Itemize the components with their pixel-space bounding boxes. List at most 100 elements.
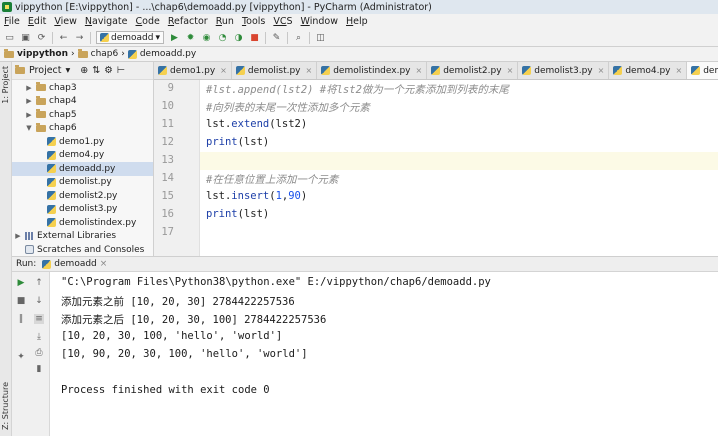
python-file-icon [47, 150, 56, 160]
close-icon[interactable]: × [306, 66, 313, 75]
tree-item[interactable]: demoadd.py [12, 162, 153, 176]
tree-item[interactable]: ▶ External Libraries [12, 230, 153, 244]
editor-tab[interactable]: demolist3.py × [518, 62, 610, 79]
scroll-up-icon[interactable]: ↑ [34, 278, 44, 288]
tree-item[interactable]: ▶ chap4 [12, 95, 153, 109]
tree-item[interactable]: Scratches and Consoles [12, 243, 153, 257]
expand-arrow-icon[interactable]: ▶ [25, 84, 33, 92]
search-icon[interactable]: ⌕ [293, 32, 304, 43]
tree-item[interactable]: demo1.py [12, 135, 153, 149]
hide-icon[interactable]: ⊢ [117, 65, 125, 76]
soft-wrap-icon[interactable]: ≡ [34, 314, 44, 324]
target-icon[interactable]: ⊕ [80, 65, 88, 76]
code-line[interactable]: #向列表的末尾一次性添加多个元素 [206, 100, 370, 115]
structure-tool-tab[interactable]: Z: Structure [1, 382, 10, 430]
save-all-icon[interactable]: ▣ [20, 32, 31, 43]
run-icon[interactable]: ▶ [169, 32, 180, 43]
menu-item[interactable]: Code [132, 16, 164, 27]
breadcrumb-folder[interactable]: chap6 [91, 49, 119, 59]
collapse-icon[interactable]: ⇅ [92, 65, 100, 76]
menu-item[interactable]: File [0, 16, 24, 27]
pycharm-logo-icon [2, 2, 12, 12]
scroll-down-icon[interactable]: ↓ [34, 296, 44, 306]
expand-arrow-icon[interactable]: ▶ [25, 111, 33, 119]
close-icon[interactable]: × [676, 66, 683, 75]
editor-tab-label: demolist3.py [534, 65, 593, 76]
code-line[interactable]: lst.extend(lst2) [206, 118, 307, 130]
menu-item[interactable]: Run [212, 16, 238, 27]
expand-arrow-icon[interactable]: ▶ [14, 232, 22, 240]
tree-item[interactable]: ▶ chap5 [12, 108, 153, 122]
open-folder-icon[interactable]: ▭ [4, 32, 15, 43]
python-file-icon [691, 66, 701, 75]
menu-item[interactable]: Help [342, 16, 372, 27]
folder-icon [36, 109, 46, 119]
run-console[interactable]: "C:\Program Files\Python38\python.exe" E… [50, 272, 718, 436]
back-arrow-icon[interactable]: ← [58, 32, 69, 43]
tree-item[interactable]: ▼ chap6 [12, 122, 153, 136]
coverage-icon[interactable]: ◉ [201, 32, 212, 43]
menu-item[interactable]: Tools [238, 16, 269, 27]
editor-tab[interactable]: demoadd.py× [687, 62, 718, 79]
project-panel-title[interactable]: Project [29, 65, 62, 76]
breadcrumb-project[interactable]: vippython [17, 49, 68, 59]
stop-icon[interactable]: ■ [16, 296, 26, 306]
profile-icon[interactable]: ◔ [217, 32, 228, 43]
breadcrumb-file[interactable]: demoadd.py [140, 49, 196, 59]
expand-arrow-icon[interactable]: ▼ [25, 124, 33, 132]
pause-icon[interactable]: ‖ [16, 314, 26, 324]
menu-item[interactable]: Edit [24, 16, 50, 27]
debug-icon[interactable]: ✹ [185, 32, 196, 43]
tree-item[interactable]: demolist2.py [12, 189, 153, 203]
editor-tab-label: demo1.py [170, 65, 216, 76]
trash-icon[interactable]: ▮ [34, 364, 44, 374]
run-config-tab[interactable]: demoadd × [42, 259, 107, 269]
tree-item[interactable]: ▶ chap3 [12, 81, 153, 95]
close-icon[interactable]: × [100, 259, 108, 269]
concurrency-icon[interactable]: ◑ [233, 32, 244, 43]
close-icon[interactable]: × [598, 66, 605, 75]
menu-item[interactable]: Refactor [164, 16, 212, 27]
editor-tab[interactable]: demo1.py × [154, 62, 232, 79]
code-line[interactable]: lst.insert(1,90) [206, 190, 307, 202]
menu-item[interactable]: Window [297, 16, 342, 27]
tree-item[interactable]: demolist3.py [12, 203, 153, 217]
editor-tab[interactable]: demolist.py × [231, 62, 318, 79]
tree-item[interactable]: demolistindex.py [12, 216, 153, 230]
forward-arrow-icon[interactable]: → [74, 32, 85, 43]
tree-item[interactable]: demo4.py [12, 149, 153, 163]
rerun-icon[interactable]: ▶ [16, 278, 26, 288]
gear-icon[interactable]: ⚙ [104, 65, 113, 76]
code-line[interactable]: #在任意位置上添加一个元素 [206, 172, 338, 187]
wrench-icon[interactable]: ✎ [271, 32, 282, 43]
code-line[interactable]: print(lst) [206, 136, 269, 148]
close-icon[interactable]: × [415, 66, 422, 75]
code-line[interactable]: #lst.append(lst2) #将lst2做为一个元素添加到列表的末尾 [206, 82, 509, 97]
menu-item[interactable]: VCS [269, 16, 296, 27]
code-token: print [206, 136, 238, 148]
sync-icon[interactable]: ⟳ [36, 32, 47, 43]
presentation-icon[interactable]: ◫ [315, 32, 326, 43]
console-line: 添加元素之前 [10, 20, 30] 2784422257536 [61, 296, 295, 308]
scroll-to-end-icon[interactable]: ⤓ [34, 332, 44, 342]
menu-item[interactable]: View [50, 16, 81, 27]
pin-icon[interactable]: ✦ [16, 352, 26, 362]
print-icon[interactable]: ⎙ [34, 348, 44, 358]
stop-icon[interactable]: ■ [249, 32, 260, 43]
code-line[interactable]: print(lst) [206, 208, 269, 220]
close-icon[interactable]: × [220, 66, 227, 75]
chevron-down-icon[interactable]: ▾ [66, 65, 71, 76]
expand-arrow-icon[interactable]: ▶ [25, 97, 33, 105]
run-config-label: demoadd [111, 32, 154, 43]
menu-item[interactable]: Navigate [81, 16, 132, 27]
line-number: 12 [161, 136, 174, 148]
editor-tab[interactable]: demolist2.py × [427, 62, 519, 79]
tree-item[interactable]: demolist.py [12, 176, 153, 190]
editor-tab[interactable]: demolistindex.py × [317, 62, 428, 79]
project-panel-header: Project ▾ ⊕ ⇅ ⚙ ⊢ [12, 62, 153, 80]
editor-tab[interactable]: demo4.py × [609, 62, 688, 79]
run-config-selector[interactable]: demoadd ▾ [96, 31, 164, 44]
code-editor[interactable]: 9 #lst.append(lst2) #将lst2做为一个元素添加到列表的末尾 1… [154, 80, 718, 256]
project-tool-tab[interactable]: 1: Project [1, 66, 10, 104]
close-icon[interactable]: × [507, 66, 514, 75]
